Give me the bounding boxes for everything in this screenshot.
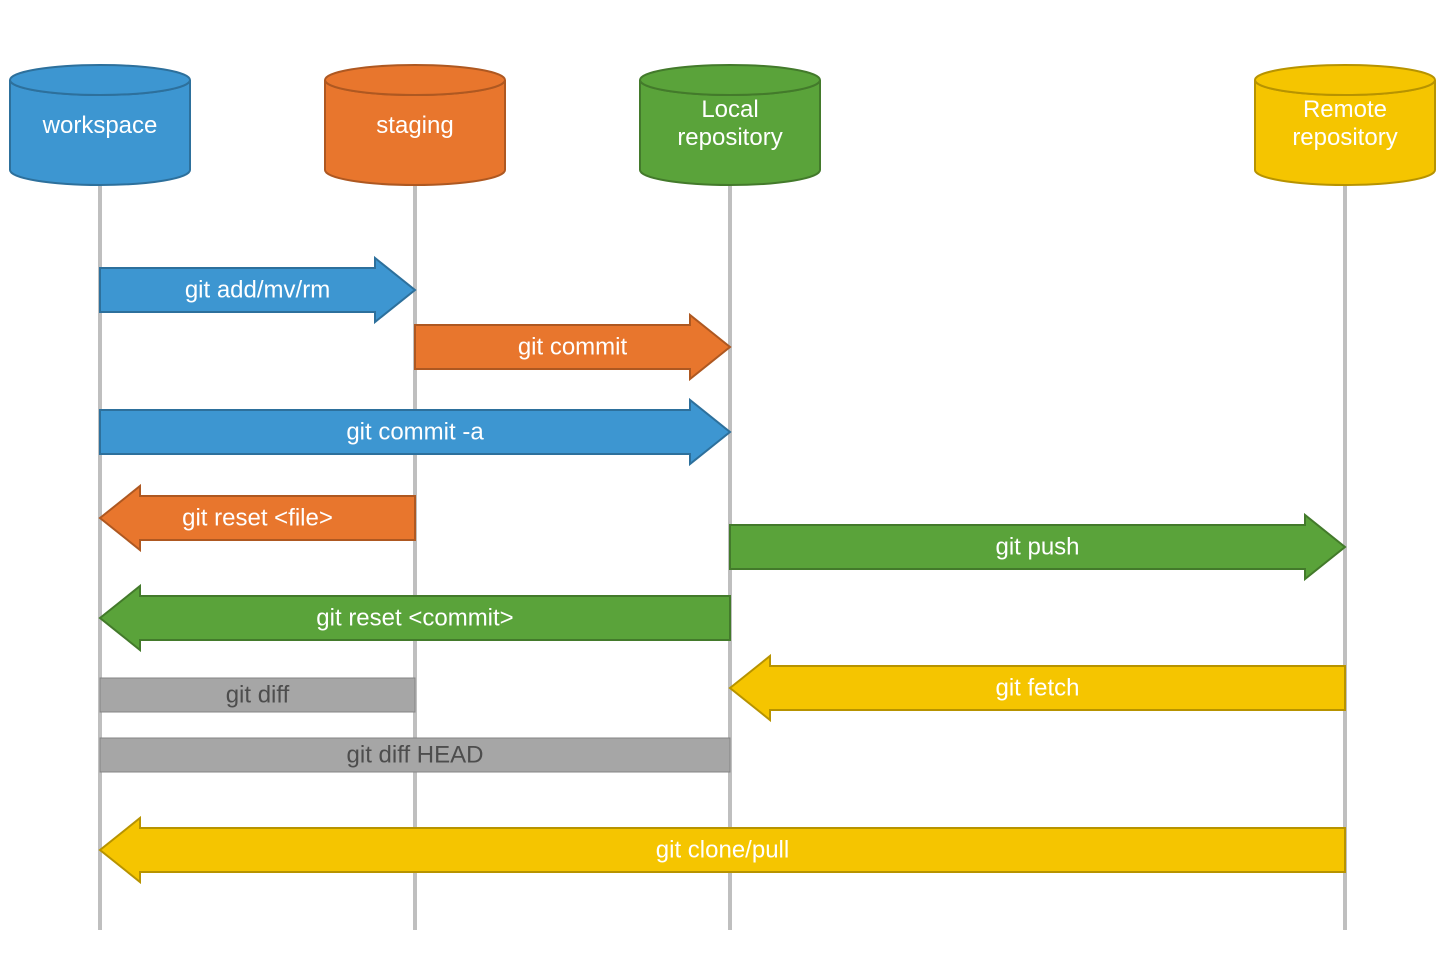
cylinder-local: Localrepository	[640, 65, 820, 185]
bar-diff-label: git diff	[226, 681, 290, 708]
arrow-push: git push	[730, 515, 1345, 579]
arrow-reset_c-label: git reset <commit>	[316, 604, 513, 631]
arrow-fetch: git fetch	[730, 656, 1345, 720]
cylinder-remote-label: Remoterepository	[1292, 96, 1397, 151]
cylinder-workspace-label: workspace	[42, 112, 158, 139]
git-workflow-diagram: workspace staging Localrepository Remoterep…	[0, 0, 1450, 969]
arrow-add-label: git add/mv/rm	[185, 276, 330, 303]
cylinder-workspace: workspace	[10, 65, 190, 185]
bar-diff: git diff	[100, 678, 415, 712]
bar-diff_head: git diff HEAD	[100, 738, 730, 772]
arrow-commit_a: git commit -a	[100, 400, 730, 464]
bar-diff_head-label: git diff HEAD	[347, 741, 484, 768]
arrow-push-label: git push	[995, 533, 1079, 560]
arrow-reset_file-label: git reset <file>	[182, 504, 333, 531]
arrow-commit-label: git commit	[518, 333, 628, 360]
cylinder-remote: Remoterepository	[1255, 65, 1435, 185]
cylinder-staging: staging	[325, 65, 505, 185]
arrow-commit: git commit	[415, 315, 730, 379]
arrow-reset_file: git reset <file>	[100, 486, 415, 550]
cylinder-staging-label: staging	[376, 112, 453, 139]
arrow-commit_a-label: git commit -a	[346, 418, 484, 445]
arrow-fetch-label: git fetch	[995, 674, 1079, 701]
arrow-clonepull-label: git clone/pull	[656, 836, 789, 863]
arrow-add: git add/mv/rm	[100, 258, 415, 322]
arrow-clonepull: git clone/pull	[100, 818, 1345, 882]
arrow-reset_c: git reset <commit>	[100, 586, 730, 650]
